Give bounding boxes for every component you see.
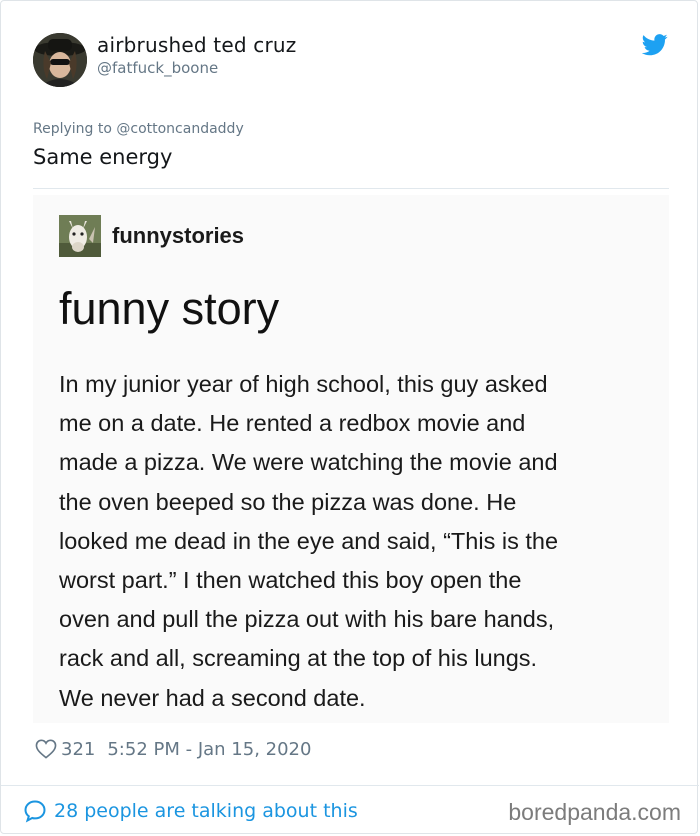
- post-body: In my junior year of high school, this g…: [59, 365, 659, 718]
- divider: [1, 785, 699, 786]
- talking-count[interactable]: 28 people are talking about this: [54, 800, 358, 822]
- post-line: oven and pull the pizza out with his bar…: [59, 606, 555, 633]
- post-line: worst part.” I then watched this boy ope…: [59, 567, 522, 594]
- tweet-text: Same energy: [33, 145, 173, 169]
- timestamp[interactable]: 5:52 PM - Jan 15, 2020: [107, 739, 311, 760]
- watermark-logo: boredpanda.com: [508, 799, 681, 825]
- post-line: We never had a second date.: [59, 684, 366, 711]
- post-line: made a pizza. We were watching the movie…: [59, 449, 558, 476]
- blog-name: funnystories: [112, 223, 245, 248]
- reply-context[interactable]: Replying to @cottoncandaddy: [33, 121, 244, 137]
- display-name[interactable]: airbrushed ted cruz: [97, 33, 296, 57]
- speech-bubble-icon: [23, 799, 47, 823]
- avatar[interactable]: [33, 33, 87, 87]
- post-line: the oven beeped so the pizza was done. H…: [59, 488, 517, 515]
- tweet-card: airbrushed ted cruz @fatfuck_boone Reply…: [0, 0, 699, 834]
- post-title: funny story: [59, 283, 280, 334]
- post-line: me on a date. He rented a redbox movie a…: [59, 410, 526, 437]
- like-count[interactable]: 321: [61, 739, 95, 760]
- handle[interactable]: @fatfuck_boone: [97, 59, 218, 77]
- post-line: In my junior year of high school, this g…: [59, 371, 548, 397]
- post-line: looked me dead in the eye and said, “Thi…: [59, 527, 559, 554]
- llama-avatar: [59, 215, 101, 257]
- embedded-tumblr-screenshot[interactable]: funnystories funny story In my junior ye…: [33, 195, 669, 723]
- tweet-meta: 321 5:52 PM - Jan 15, 2020: [35, 737, 311, 761]
- post-line: rack and all, screaming at the top of hi…: [59, 645, 538, 672]
- divider: [33, 188, 669, 189]
- heart-icon[interactable]: [35, 739, 57, 759]
- twitter-bird-icon[interactable]: [641, 34, 668, 56]
- conversation-link[interactable]: 28 people are talking about this: [23, 799, 358, 823]
